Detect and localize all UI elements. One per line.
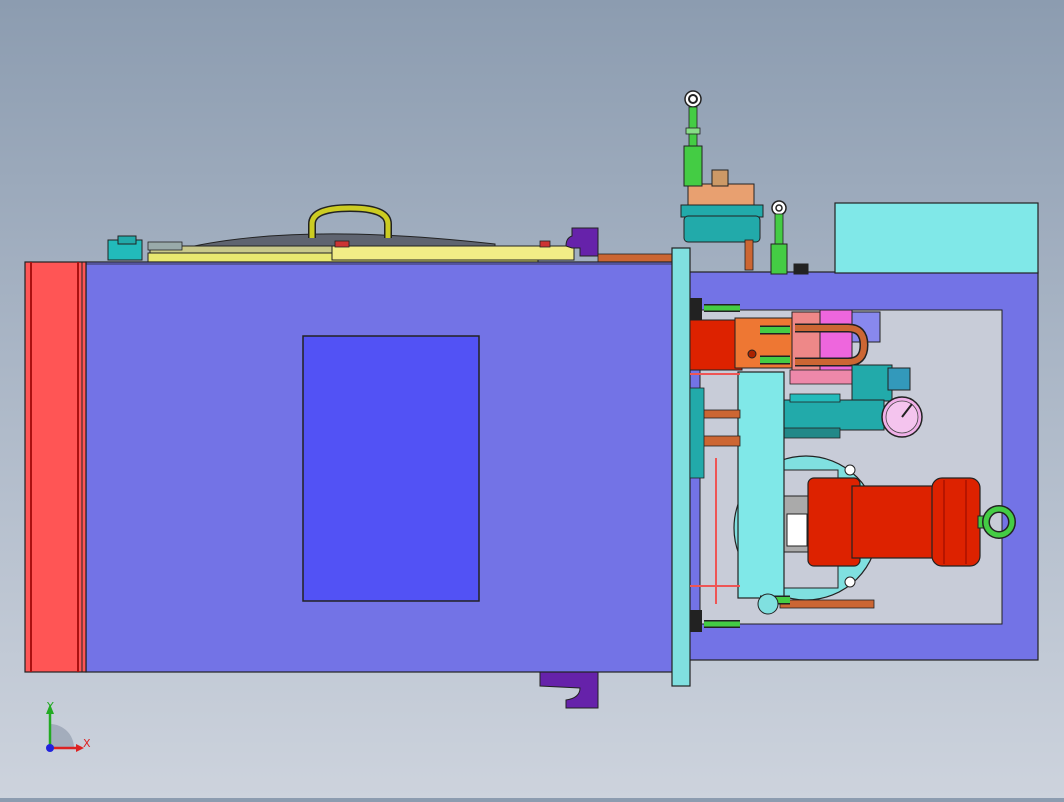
red-end-cap xyxy=(24,261,87,673)
model-canvas: Y X xyxy=(24,90,1039,752)
coordinate-triad: Y X xyxy=(46,700,91,752)
mounting-bracket-bottom xyxy=(539,671,599,709)
pressure-gauge xyxy=(881,396,923,438)
triad-y-label: Y xyxy=(46,700,54,713)
inspection-window xyxy=(302,335,480,602)
flange-plate xyxy=(671,247,691,687)
tank-lid[interactable] xyxy=(147,233,575,263)
electrical-box xyxy=(834,202,1039,274)
coupling-housing xyxy=(737,371,785,599)
cad-viewport[interactable]: Y X xyxy=(0,0,1064,798)
copper-pipe-top xyxy=(597,253,675,263)
triad-x-label: X xyxy=(83,737,91,750)
electric-motor[interactable] xyxy=(807,477,981,567)
